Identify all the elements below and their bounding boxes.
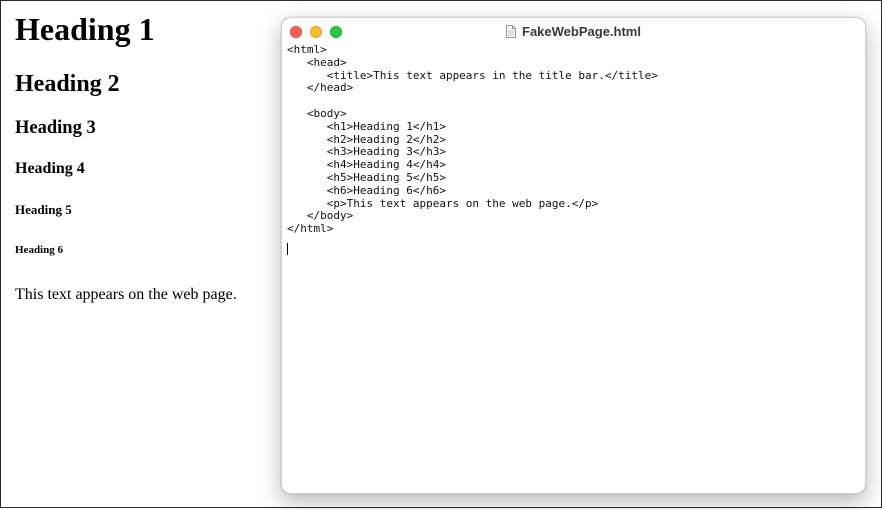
code-editor-area[interactable]: <html> <head> <title>This text appears i… [287, 43, 658, 236]
rendered-heading-3: Heading 3 [15, 118, 96, 138]
code-line[interactable]: <h1>Heading 1</h1> [287, 120, 658, 134]
code-line[interactable]: <html> [287, 43, 658, 57]
window-title-text: FakeWebPage.html [522, 24, 641, 39]
code-line[interactable]: </head> [287, 82, 658, 95]
code-line[interactable]: </html> [287, 222, 658, 236]
rendered-heading-5: Heading 5 [15, 202, 72, 217]
rendered-heading-1: Heading 1 [15, 11, 155, 47]
rendered-paragraph: This text appears on the web page. [15, 286, 237, 303]
code-line[interactable]: </body> [287, 210, 658, 223]
text-editor-window[interactable]: FakeWebPage.html <html> <head> <title>Th… [281, 17, 866, 494]
rendered-heading-2: Heading 2 [15, 71, 120, 97]
document-icon [506, 25, 517, 41]
window-title: FakeWebPage.html [282, 24, 865, 41]
code-line[interactable]: <head> [287, 56, 658, 70]
code-line[interactable]: <body> [287, 107, 658, 121]
window-title-bar[interactable]: FakeWebPage.html [282, 18, 865, 46]
code-line[interactable]: <h6>Heading 6</h6> [287, 184, 658, 198]
rendered-heading-4: Heading 4 [15, 160, 85, 177]
code-line[interactable]: <h5>Heading 5</h5> [287, 171, 658, 185]
text-cursor [287, 243, 288, 255]
rendered-heading-6: Heading 6 [15, 244, 63, 256]
